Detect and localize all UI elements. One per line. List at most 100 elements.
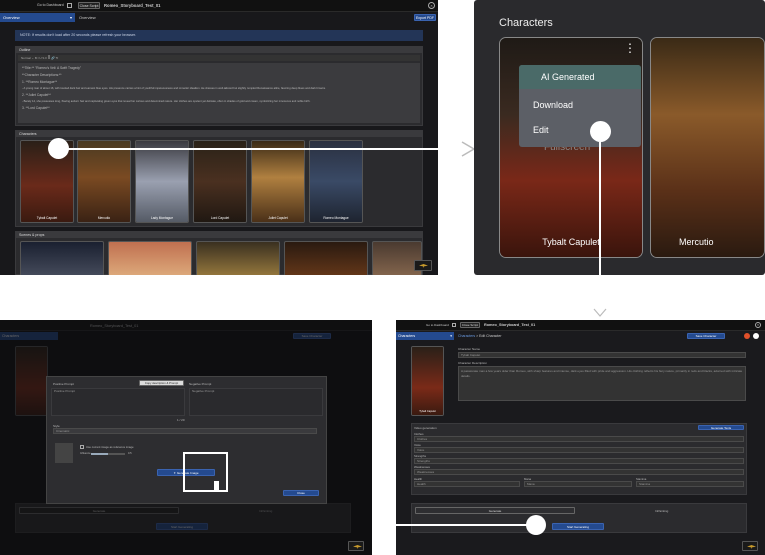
click-indicator	[590, 121, 611, 142]
section-dropdown[interactable]: Characters ▾	[396, 332, 454, 340]
breadcrumb-characters[interactable]: Characters	[458, 334, 475, 338]
weaknesses-input[interactable]: Weaknesses	[414, 469, 744, 475]
character-card[interactable]: Romeo Montague	[309, 140, 363, 223]
settings-icon[interactable]	[753, 333, 759, 339]
character-card[interactable]: Lady Montague	[135, 140, 189, 223]
negative-prompt-input[interactable]: Negative Prompt	[189, 388, 323, 416]
generation-controls: Generate InPainting Start Generating	[411, 503, 747, 533]
character-card-large[interactable]: Mercutio	[650, 37, 765, 258]
editor-toolbar[interactable]: Normal ⌄ B I U S ≡ ≣ 🔗 ⟲	[18, 55, 420, 61]
clothes-input[interactable]: Clothes	[414, 436, 744, 442]
arrow-down-icon	[593, 308, 607, 317]
character-name: Romeo Montague	[323, 216, 349, 220]
back-to-dashboard[interactable]: Go to Dashboard	[37, 3, 64, 7]
outline-editor[interactable]: **Title:** "Romeo's Veil: A Swift Traged…	[18, 63, 420, 123]
brand-logo-icon[interactable]	[414, 260, 432, 271]
dashboard-icon[interactable]	[67, 3, 72, 8]
more-options-icon[interactable]: ⋮	[624, 42, 636, 64]
connector-line	[599, 142, 601, 308]
close-icon[interactable]: ×	[755, 322, 761, 328]
menu-item-download[interactable]: Download	[519, 93, 641, 117]
panel-overview: Go to Dashboard Close Script Romeo_Story…	[0, 0, 438, 275]
section-title: Overview	[79, 15, 96, 20]
breadcrumb-edit: Edit Character	[479, 334, 502, 338]
generate-tab[interactable]: Generate	[415, 507, 575, 514]
close-icon[interactable]: ×	[428, 2, 435, 9]
start-generating-button[interactable]: Start Generating	[156, 523, 208, 530]
character-name: Lady Montague	[151, 216, 173, 220]
section-dropdown[interactable]: Overview ▾	[0, 13, 75, 22]
positive-prompt-input[interactable]: Positive Prompt	[51, 388, 185, 416]
delete-icon[interactable]	[744, 333, 750, 339]
strengths-input[interactable]: Strengths	[414, 458, 744, 464]
outline-line: 2. **Juliet Capulet**	[22, 93, 51, 97]
character-name: Mercutio	[97, 216, 111, 220]
generate-texts-button[interactable]: Generate Texts	[698, 425, 744, 430]
style-select[interactable]: Cinematic	[53, 428, 317, 434]
connector-line	[350, 524, 538, 526]
highlight-box	[183, 452, 228, 492]
video-generation-label: Video generation	[414, 426, 437, 430]
video-generation-section: Video generation Generate Texts Clothes …	[411, 423, 747, 495]
scene-card[interactable]	[196, 241, 280, 275]
voice-input[interactable]: Voice	[414, 447, 744, 453]
panel-edit-character: Go to Dashboard Close Script Romeo_Story…	[396, 320, 765, 555]
character-name-input[interactable]: Tybalt Capulet	[458, 352, 746, 358]
character-card[interactable]: Mercutio	[77, 140, 131, 223]
mana-input[interactable]: Mana	[524, 481, 632, 487]
cursor-icon	[214, 481, 219, 490]
characters-header[interactable]: Characters	[16, 131, 422, 137]
chevron-down-icon: ▾	[450, 334, 452, 338]
negative-prompt-label: Negative Prompt	[189, 382, 212, 386]
brand-logo-icon[interactable]	[742, 541, 758, 551]
inpainting-tab[interactable]: InPainting	[259, 509, 272, 513]
scenes-section: Scenes & props	[15, 231, 423, 275]
outline-section: Outline Normal ⌄ B I U S ≡ ≣ 🔗 ⟲ **Title…	[15, 46, 423, 126]
copy-description-button[interactable]: Copy description & Prompt	[139, 380, 184, 386]
save-character-button[interactable]: Save Character	[687, 333, 725, 339]
character-image[interactable]: Tybalt Capulet	[411, 346, 444, 416]
characters-section: Characters Tybalt Capulet Mercutio Lady …	[15, 130, 423, 227]
health-input[interactable]: Health	[414, 481, 520, 487]
menu-item-edit[interactable]: Edit	[519, 118, 641, 142]
outline-line: **Character Descriptions:**	[22, 73, 62, 77]
close-modal-button[interactable]: Close	[283, 490, 319, 496]
stamina-input[interactable]: Stamina	[636, 481, 744, 487]
sparkle-icon: ✦	[173, 471, 176, 475]
character-card[interactable]: Juliet Capulet	[251, 140, 305, 223]
scene-card[interactable]	[284, 241, 368, 275]
outline-line: - A young man of about 16, with tousled …	[22, 87, 326, 90]
outline-line: - Barely 14, she possesses long, flowing…	[22, 100, 311, 103]
generate-tab[interactable]: Generate	[19, 507, 179, 514]
close-script-button[interactable]: Close Script	[78, 2, 100, 9]
section-dropdown[interactable]: Characters	[0, 332, 58, 340]
scene-card[interactable]	[108, 241, 192, 275]
influence-slider[interactable]	[91, 453, 125, 455]
start-generating-button[interactable]: Start Generating	[552, 523, 604, 530]
scene-card[interactable]	[20, 241, 104, 275]
menu-item-ai-generated[interactable]: AI Generated	[519, 65, 641, 89]
influence-label: Influence	[80, 452, 91, 455]
chevron-down-icon: ▾	[69, 15, 72, 20]
character-card[interactable]: Lord Capulet	[193, 140, 247, 223]
section-dropdown-label: Characters	[398, 334, 416, 338]
brand-logo-icon[interactable]	[348, 541, 364, 551]
save-character-button[interactable]: Save Character	[293, 333, 331, 339]
character-name: Mercutio	[679, 237, 714, 247]
reference-checkbox[interactable]	[80, 445, 84, 449]
character-name: Tybalt Capulet	[542, 237, 600, 247]
scenes-header[interactable]: Scenes & props	[16, 232, 422, 238]
name-label: Character Name	[458, 347, 481, 351]
back-to-dashboard[interactable]: Go to Dashboard	[426, 323, 449, 327]
reference-checkbox-label: Use current image as reference image	[86, 445, 134, 449]
reference-thumbnail	[55, 443, 73, 463]
panel-characters-zoom: Characters Fullscreen ⋮ Tybalt Capulet A…	[474, 0, 765, 275]
character-description-input[interactable]: A passionate man a few years older than …	[458, 366, 746, 401]
outline-header[interactable]: Outline	[16, 47, 422, 53]
export-pdf-button[interactable]: Export PDF	[414, 14, 436, 21]
breadcrumb: Characters > Edit Character	[458, 334, 502, 338]
close-script-button[interactable]: Close Script	[460, 322, 480, 328]
inpainting-tab[interactable]: InPainting	[655, 509, 668, 513]
dashboard-icon[interactable]	[452, 323, 456, 327]
top-bar: Go to Dashboard Close Script Romeo_Story…	[0, 0, 438, 12]
